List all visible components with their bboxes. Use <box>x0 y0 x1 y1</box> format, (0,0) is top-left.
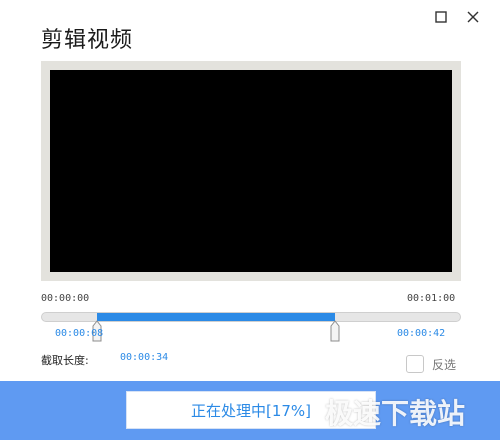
selection-start-time: 00:00:08 <box>55 328 104 339</box>
slider-handle-icon <box>330 320 340 342</box>
close-button[interactable] <box>464 8 482 26</box>
clip-length-label: 截取长度: <box>41 354 89 367</box>
clip-length-value: 00:00:34 <box>120 352 169 363</box>
video-preview-frame <box>41 61 461 281</box>
timeline-end-handle[interactable] <box>330 320 340 342</box>
watermark-logo: 极速下载站 <box>325 397 466 430</box>
window-title: 剪辑视频 <box>41 28 134 53</box>
video-preview[interactable] <box>50 70 452 272</box>
close-icon <box>467 11 479 23</box>
reverse-selection-label[interactable]: 反选 <box>432 356 456 373</box>
maximize-icon <box>435 11 447 23</box>
timeline-start-time: 00:00:00 <box>41 293 90 304</box>
reverse-selection-checkbox[interactable] <box>406 355 424 373</box>
maximize-button[interactable] <box>432 8 450 26</box>
selection-end-time: 00:00:42 <box>397 328 446 339</box>
clip-video-window: 剪辑视频 00:00:00 00:01:00 00:00:08 00:00:42… <box>0 0 500 440</box>
timeline-end-time: 00:01:00 <box>407 293 456 304</box>
timeline-selected-range <box>96 313 335 321</box>
